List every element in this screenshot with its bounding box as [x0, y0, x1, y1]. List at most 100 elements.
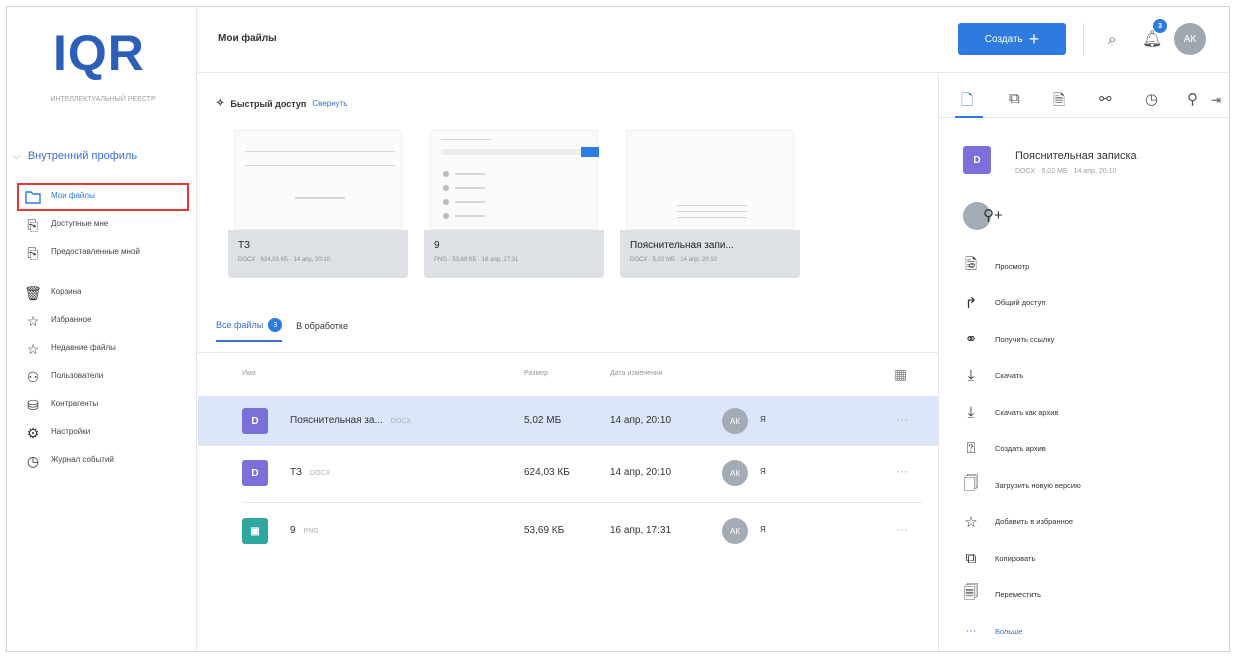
plus-icon: +: [1028, 29, 1040, 49]
profile-switcher[interactable]: ⌵ Внутренний профиль: [13, 147, 199, 165]
sidebar-item-recent[interactable]: ☆ Недавние файлы: [17, 335, 189, 363]
action-label: Скачать: [995, 371, 1024, 381]
move-icon: 🗐︎: [963, 584, 979, 602]
card-meta: PNG · 53,69 КБ · 16 апр, 17:31: [434, 257, 519, 263]
sidebar-item-partners[interactable]: ⛁ Контрагенты: [17, 391, 189, 419]
sidebar-item-label: Корзина: [51, 287, 82, 296]
file-size: 53,69 КБ: [524, 525, 565, 536]
card-meta: DOCX · 624,03 КБ · 14 апр, 20:10: [238, 257, 331, 263]
create-button[interactable]: Создать +: [958, 23, 1066, 55]
pin-icon: ✧: [216, 98, 225, 109]
column-size[interactable]: Размер: [524, 370, 548, 377]
sidebar-item-label: Избранное: [51, 315, 92, 324]
versions-icon[interactable]: ⧉: [1009, 90, 1020, 107]
action-download-archive[interactable]: ⤓ Скачать как архив: [963, 394, 1223, 431]
recent-icon: ☆: [26, 340, 40, 357]
stamp-icon[interactable]: ⚲: [1187, 90, 1198, 108]
column-name[interactable]: Имя: [242, 370, 256, 377]
tab-processing[interactable]: В обработке: [296, 321, 348, 339]
action-upload-version[interactable]: 🗍︎ Загрузить новую версию: [963, 467, 1223, 504]
partners-icon: ⛁: [27, 396, 39, 413]
action-download[interactable]: ⤓ Скачать: [963, 358, 1223, 395]
file-name: ТЗ: [290, 467, 303, 478]
details-file-name: Пояснительная записка: [1015, 150, 1137, 162]
sidebar-item-label: Пользователи: [51, 371, 104, 380]
action-label: Переместить: [995, 590, 1041, 600]
document-icon[interactable]: 🗎︎: [1053, 90, 1065, 115]
user-avatar[interactable]: АК: [1174, 23, 1206, 55]
sidebar-item-my-files[interactable]: Мои файлы: [17, 183, 189, 211]
card-thumbnail: [430, 130, 599, 230]
sidebar-item-settings[interactable]: ⚙ Настройки: [17, 419, 189, 447]
action-share[interactable]: ↱ Общий доступ: [963, 285, 1223, 322]
search-icon[interactable]: ⌕: [1108, 31, 1116, 48]
page-title: Мои файлы: [218, 33, 277, 44]
doc-file-icon: D: [242, 460, 268, 486]
logo-subtitle: ИНТЕЛЛЕКТУАЛЬНЫЙ РЕЕСТР: [50, 96, 156, 103]
table-row[interactable]: D Пояснительная за... DOCX 5,02 МБ 14 апр…: [198, 396, 938, 446]
quick-card[interactable]: ТЗ DOCX · 624,03 КБ · 14 апр, 20:10: [228, 130, 408, 278]
collapse-panel-icon[interactable]: ⇥: [1211, 93, 1221, 107]
sidebar-item-label: Контрагенты: [51, 399, 99, 408]
link-icon[interactable]: ⚯: [1099, 90, 1112, 108]
card-caption: ТЗ DOCX · 624,03 КБ · 14 апр, 20:10: [228, 230, 408, 278]
action-create-archive[interactable]: ⍰ Создать архив: [963, 431, 1223, 468]
sidebar-item-users[interactable]: ⚇ Пользователи: [17, 363, 189, 391]
count-badge: 3: [268, 318, 283, 332]
sidebar-item-label: Доступные мне: [51, 219, 109, 228]
folder-icon: [25, 189, 41, 205]
action-label: Создать архив: [995, 444, 1046, 454]
tab-label: Все файлы: [216, 320, 264, 330]
sidebar-item-favorites[interactable]: ☆ Избранное: [17, 307, 189, 335]
action-more[interactable]: ··· Больше: [963, 613, 1223, 650]
sidebar-item-label: Предоставленные мной: [51, 247, 140, 256]
file-info-icon[interactable]: 🗋︎: [961, 90, 973, 115]
quick-access-cards: ТЗ DOCX · 624,03 КБ · 14 апр, 20:10 9 PN…: [228, 130, 800, 278]
sidebar-item-available[interactable]: ⎘ Доступные мне: [17, 211, 189, 239]
file-date: 14 апр, 20:10: [610, 415, 672, 426]
table-row[interactable]: ▣ 9 PNG 53,69 КБ 16 апр, 17:31 АК Я ···: [198, 506, 938, 556]
sidebar: IQR ИНТЕЛЛЕКТУАЛЬНЫЙ РЕЕСТР ⌵ Внутренний…: [7, 7, 197, 651]
copy-icon: ⧉: [965, 549, 977, 567]
details-file-meta: DOCX · 5,02 МБ · 14 апр, 20:10: [1015, 168, 1117, 175]
upload-version-icon: 🗍︎: [963, 474, 979, 492]
action-label: Копировать: [995, 553, 1036, 563]
sidebar-item-label: Журнал событий: [51, 455, 114, 464]
tab-all-files[interactable]: Все файлы 3: [216, 318, 283, 342]
table-row[interactable]: D ТЗ DOCX 624,03 КБ 14 апр, 20:10 АК Я ··…: [198, 448, 938, 498]
chevron-down-icon: ⌵: [13, 150, 20, 161]
active-tab-indicator: [955, 116, 983, 118]
sidebar-item-events[interactable]: ◷ Журнал событий: [17, 447, 189, 475]
quick-card[interactable]: 9 PNG · 53,69 КБ · 16 апр, 17:31: [424, 130, 604, 278]
quick-card[interactable]: Пояснительная запи... DOCX · 5,02 МБ · 1…: [620, 130, 800, 278]
shared-out-icon: ⎘: [27, 244, 39, 261]
action-label: Просмотр: [995, 261, 1030, 271]
history-icon[interactable]: ◷: [1145, 90, 1158, 108]
file-size: 624,03 КБ: [524, 467, 570, 478]
collapse-link[interactable]: Свернуть: [312, 99, 347, 108]
file-name: 9: [290, 525, 296, 536]
owner-label: Я: [760, 525, 766, 534]
action-copy[interactable]: ⧉ Копировать: [963, 540, 1223, 577]
download-icon: ⤓: [967, 367, 975, 385]
actions-list: 🗟︎ Просмотр ↱ Общий доступ ⚭ Получить ссылк…: [963, 248, 1223, 650]
more-icon[interactable]: ···: [896, 522, 908, 536]
more-icon[interactable]: ···: [896, 412, 908, 426]
action-add-favorite[interactable]: ☆ Добавить в избранное: [963, 504, 1223, 541]
grid-view-icon[interactable]: ▦: [894, 366, 907, 383]
action-get-link[interactable]: ⚭ Получить ссылку: [963, 321, 1223, 358]
sidebar-item-provided[interactable]: ⎘ Предоставленные мной: [17, 239, 189, 279]
column-date[interactable]: Дата изменения: [610, 370, 663, 377]
more-icon[interactable]: ···: [896, 464, 908, 478]
users-icon: ⚇: [26, 368, 40, 385]
profile-label: Внутренний профиль: [27, 150, 138, 162]
card-name: 9: [434, 240, 440, 251]
sidebar-item-trash[interactable]: 🗑︎ Корзина: [17, 279, 189, 307]
star-icon: ☆: [964, 513, 978, 531]
add-user-icon[interactable]: ⚲+: [983, 206, 1003, 224]
file-tabs: Все файлы 3 В обработке: [216, 318, 348, 342]
action-preview[interactable]: 🗟︎ Просмотр: [963, 248, 1223, 285]
action-move[interactable]: 🗐︎ Переместить: [963, 577, 1223, 614]
trash-icon: 🗑︎: [24, 284, 42, 301]
card-caption: Пояснительная запи... DOCX · 5,02 МБ · 1…: [620, 230, 800, 278]
